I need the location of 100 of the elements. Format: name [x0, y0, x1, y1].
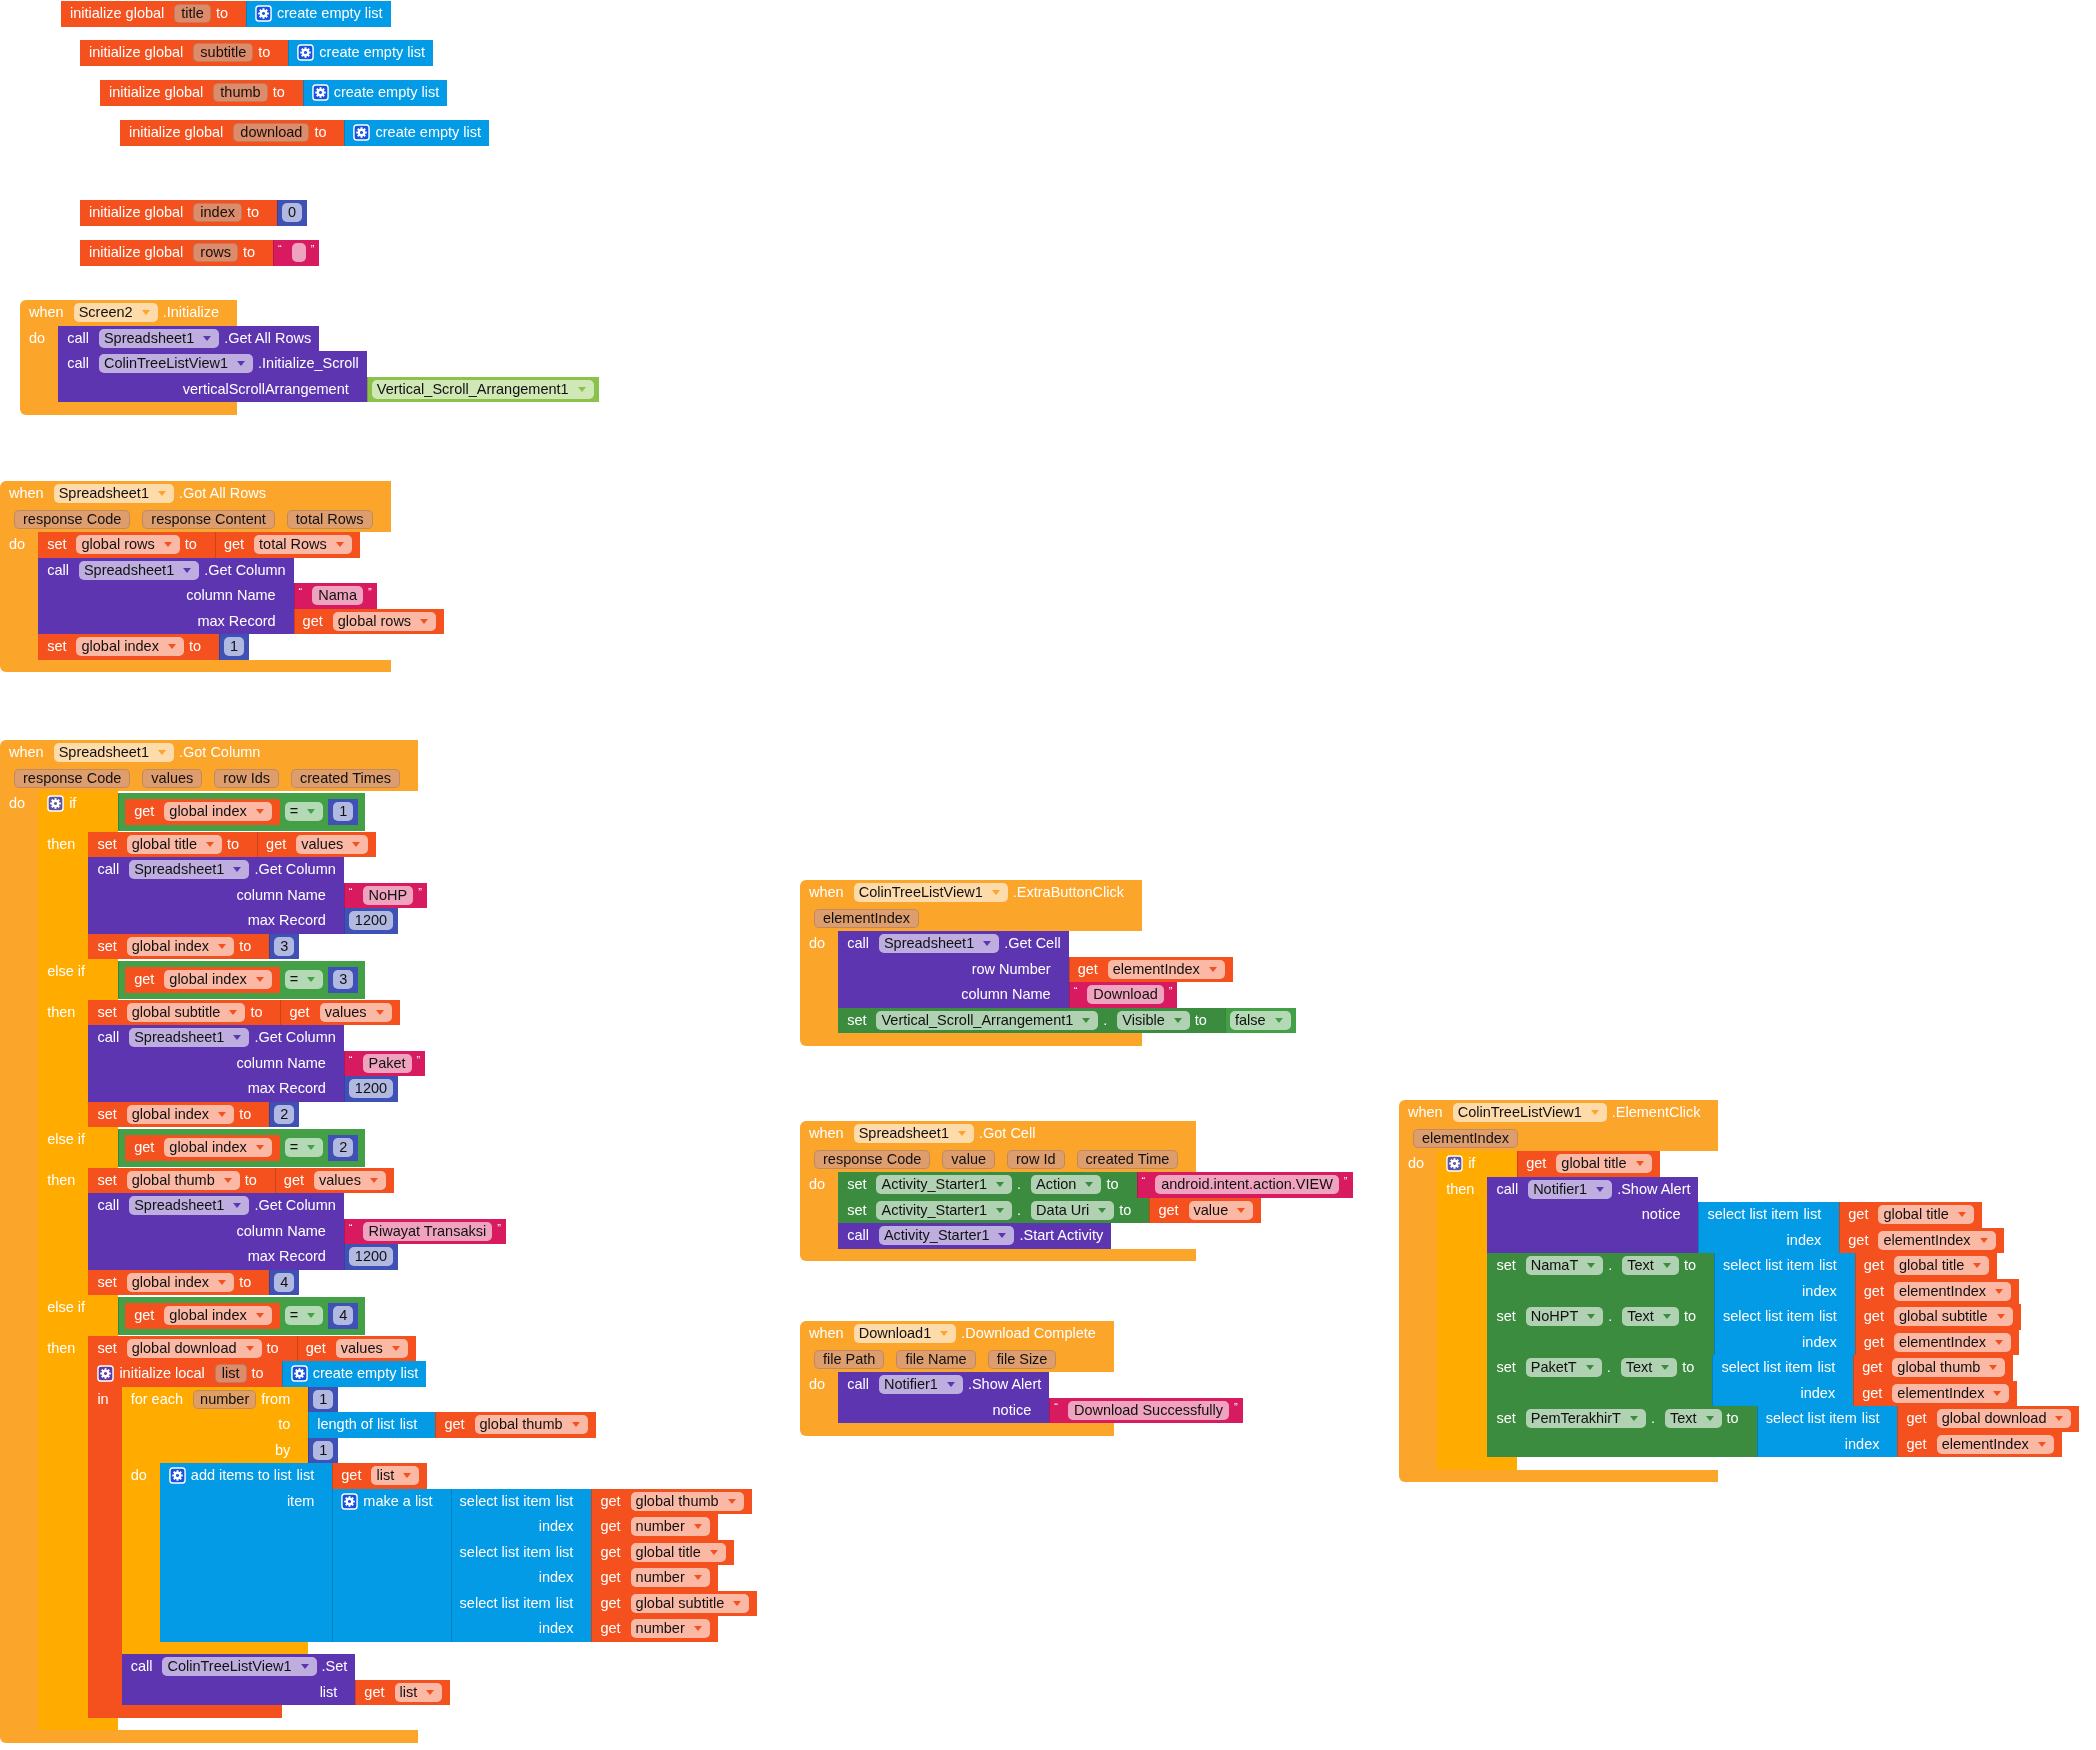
dropdown-field[interactable]: Spreadsheet1	[129, 1028, 250, 1047]
method-call-block[interactable]: call ColinTreeListView1 .Initialize_Scroll verticalScrollArrangement Vertical_Scroll_Arrangement1	[58, 351, 599, 402]
parameter-field[interactable]: row Ids	[214, 768, 279, 788]
getter-block[interactable]: get list	[355, 1679, 451, 1705]
numeral-block[interactable]: 2	[269, 1101, 300, 1127]
dropdown-field[interactable]: global title	[1878, 1205, 1974, 1224]
getter-block[interactable]: get global download	[1897, 1406, 2080, 1432]
dropdown-field[interactable]: number	[630, 1568, 710, 1587]
parameter-field[interactable]: elementIndex	[1413, 1128, 1519, 1148]
parameter-field[interactable]: created Times	[291, 768, 401, 788]
numeral-field[interactable]: 3	[274, 936, 295, 956]
event-block[interactable]	[0, 481, 445, 672]
variable-name-field[interactable]: number	[193, 1389, 257, 1409]
dropdown-field[interactable]: elementIndex	[1893, 1281, 2011, 1301]
dropdown-field[interactable]: global rows	[332, 611, 437, 631]
numeral-field[interactable]: 1200	[348, 1079, 394, 1098]
string-block[interactable]: “ NoHP ”	[343, 882, 427, 908]
dropdown-field[interactable]: global subtitle	[1893, 1307, 2013, 1326]
dropdown-field[interactable]: Text	[1620, 1358, 1678, 1377]
dropdown-field[interactable]: Spreadsheet1	[129, 1196, 250, 1215]
numeral-field[interactable]: 2	[333, 1138, 354, 1157]
dropdown-field[interactable]: elementIndex	[1892, 1383, 2010, 1403]
dropdown-field[interactable]: global index	[164, 802, 272, 821]
list-operation-block[interactable]: length of list list get global thumb	[308, 1412, 596, 1438]
parameter-field[interactable]: file Size	[987, 1349, 1057, 1369]
dropdown-field[interactable]: false	[1229, 1010, 1291, 1030]
variable-name-field[interactable]: index	[193, 203, 242, 222]
getter-block[interactable]: get values	[280, 999, 400, 1025]
dropdown-field[interactable]: ColinTreeListView1	[1452, 1103, 1607, 1122]
dropdown-field[interactable]: global index	[164, 1306, 272, 1325]
gear-icon[interactable]	[255, 5, 272, 22]
dropdown-field[interactable]: =	[284, 802, 324, 822]
numeral-field[interactable]: 1200	[348, 1247, 394, 1266]
getter-block[interactable]: get number	[591, 1514, 718, 1540]
getter-block[interactable]: get values	[274, 1167, 394, 1193]
dropdown-field[interactable]: global index	[126, 1272, 235, 1292]
dropdown-field[interactable]: Download1	[853, 1324, 957, 1343]
list-operation-block[interactable]: select list item list get global download index get elementIndex	[1756, 1406, 2080, 1457]
conditional-block[interactable]	[1437, 1151, 2080, 1470]
dropdown-field[interactable]: =	[284, 970, 324, 990]
dropdown-field[interactable]: global download	[1936, 1409, 2072, 1428]
list-operation-block[interactable]: select list item list get global subtitle index get number	[450, 1590, 758, 1642]
numeral-field[interactable]: 2	[274, 1104, 295, 1124]
dropdown-field[interactable]: Spreadsheet1	[129, 860, 250, 879]
getter-block[interactable]: get number	[591, 1616, 718, 1642]
dropdown-field[interactable]: elementIndex	[1936, 1434, 2054, 1454]
gear-icon[interactable]	[311, 84, 329, 101]
numeral-field[interactable]: 1	[224, 637, 245, 656]
dropdown-field[interactable]: Spreadsheet1	[853, 1124, 974, 1143]
dropdown-field[interactable]: global index	[76, 637, 184, 656]
parameter-field[interactable]: value	[942, 1149, 995, 1169]
numeral-block[interactable]: 4	[328, 1303, 359, 1329]
dropdown-field[interactable]: global index	[126, 1104, 235, 1124]
dropdown-field[interactable]: Spreadsheet1	[78, 560, 200, 580]
dropdown-field[interactable]: elementIndex	[1107, 959, 1225, 979]
parameter-field[interactable]: response Content	[142, 509, 275, 529]
string-block[interactable]: “ ”	[273, 240, 320, 266]
method-call-block[interactable]: call ColinTreeListView1 .Set list get list	[121, 1654, 451, 1705]
string-field[interactable]: android.intent.action.VIEW	[1155, 1175, 1339, 1194]
string-field[interactable]: Nama	[312, 586, 363, 605]
gear-icon[interactable]	[353, 124, 371, 141]
dropdown-field[interactable]: global download	[126, 1338, 262, 1358]
gear-icon[interactable]	[97, 1365, 115, 1382]
for-range-block[interactable]	[121, 1386, 758, 1654]
parameter-field[interactable]: response Code	[814, 1149, 931, 1169]
getter-block[interactable]: get values	[257, 831, 377, 857]
getter-block[interactable]: get global title	[1517, 1151, 1660, 1177]
method-call-block[interactable]: call Activity_Starter1 .Start Activity	[838, 1223, 1112, 1249]
dropdown-field[interactable]: Vertical_Scroll_Arrangement1	[876, 1010, 1099, 1030]
getter-block[interactable]: get elementIndex	[1897, 1431, 2062, 1457]
getter-block[interactable]: get global index	[125, 1135, 280, 1161]
parameter-field[interactable]: file Name	[896, 1349, 976, 1369]
numeral-field[interactable]: 4	[274, 1272, 295, 1292]
list-maker-block[interactable]: make a list select list item list get global thumb index get number select list item list get global title index get number select list item list get global subtitle index get number	[332, 1488, 758, 1642]
numeral-field[interactable]: 0	[282, 203, 303, 222]
gear-icon[interactable]	[341, 1492, 359, 1510]
getter-block[interactable]: get global subtitle	[591, 1590, 758, 1616]
numeral-field[interactable]: 1	[333, 802, 354, 821]
dropdown-field[interactable]: global title	[1893, 1256, 1990, 1275]
variable-name-field[interactable]: thumb	[213, 83, 268, 102]
dropdown-field[interactable]: global title	[1556, 1154, 1652, 1173]
getter-block[interactable]: get global subtitle	[1854, 1304, 2021, 1330]
getter-block[interactable]: get global rows	[293, 608, 445, 634]
compare-block[interactable]: get global index = 2	[118, 1129, 366, 1167]
gear-icon[interactable]	[47, 795, 65, 812]
event-block[interactable]	[1399, 1100, 2080, 1482]
string-block[interactable]: “ Download ”	[1068, 982, 1178, 1008]
event-block[interactable]: when Download1 .Download Complete file Path file Name file Size do call Notifier1 .Show Alert notice “ Download Successfully ”	[800, 1321, 1243, 1436]
getter-block[interactable]: get elementIndex	[1068, 956, 1233, 982]
getter-block[interactable]: get global title	[1854, 1253, 1998, 1279]
event-block[interactable]: when ColinTreeListView1 .ExtraButtonClick elementIndex do call Spreadsheet1 .Get Cell row Number get elementIndex column Name “ Download ” set Vertical_Scroll_Arrangement1 . Visible to false	[800, 880, 1296, 1046]
numeral-field[interactable]: 1200	[348, 911, 394, 930]
gear-icon[interactable]	[1446, 1155, 1464, 1172]
getter-block[interactable]: get global thumb	[1853, 1355, 2014, 1381]
dropdown-field[interactable]: Text	[1622, 1256, 1679, 1275]
numeral-block[interactable]: 1	[219, 634, 250, 660]
getter-block[interactable]: get global thumb	[435, 1412, 596, 1438]
dropdown-field[interactable]: Spreadsheet1	[53, 743, 174, 762]
dropdown-field[interactable]: Text	[1622, 1307, 1679, 1326]
string-field[interactable]: Riwayat Transaksi	[362, 1221, 493, 1241]
